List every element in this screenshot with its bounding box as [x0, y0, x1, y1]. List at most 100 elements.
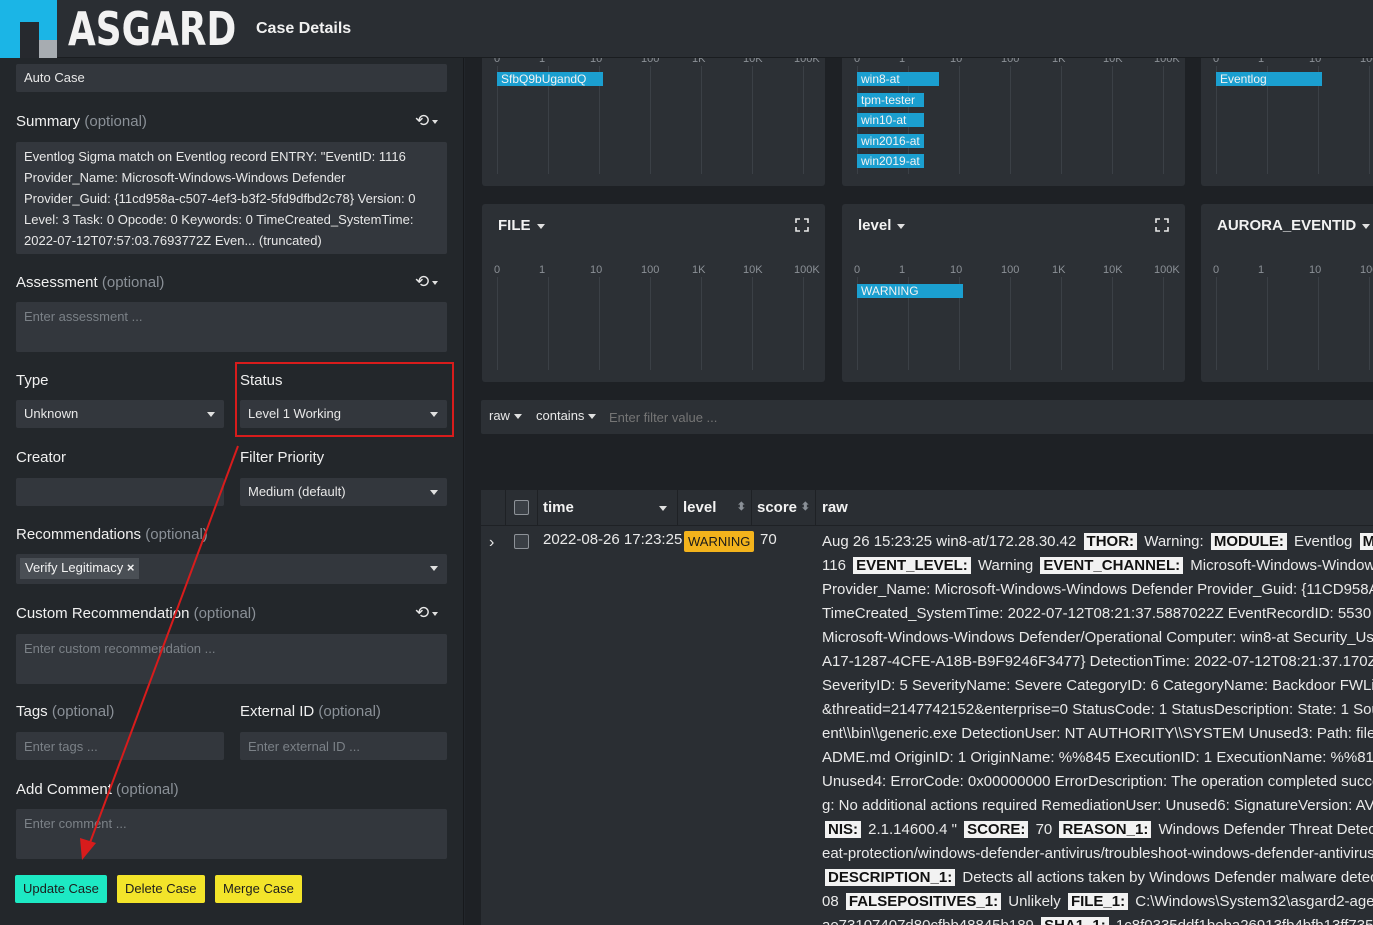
histogram-bar[interactable]: win10-at — [857, 113, 924, 127]
grid-line — [1267, 277, 1268, 370]
raw-field-key: FALSEPOSITIVES_1: — [845, 893, 1002, 910]
assessment-textarea[interactable]: Enter assessment ... — [16, 302, 447, 352]
level-column-header[interactable]: level ⬍ — [678, 490, 752, 525]
grid-line — [599, 277, 600, 370]
summary-textarea[interactable]: Eventlog Sigma match on Eventlog record … — [16, 142, 447, 254]
raw-log-line: ADME.md OriginID: 1 OriginName: %%845 Ex… — [822, 746, 1373, 770]
raw-text: 70 — [1031, 821, 1057, 838]
raw-log-line: A17-1287-4CFE-A18B-B9F9246F3477} Detecti… — [822, 650, 1373, 674]
raw-log-line: Aug 26 15:23:25 win8-at/172.28.30.42 THO… — [822, 530, 1373, 554]
axis-tick-label: 0 — [854, 264, 861, 276]
axis-tick-label: 1 — [899, 264, 906, 276]
panel-title-dropdown[interactable]: level — [858, 217, 906, 234]
raw-log-line: DESCRIPTION_1: Detects all actions taken… — [822, 866, 1373, 890]
creator-input[interactable] — [16, 478, 224, 506]
tags-input[interactable]: Enter tags ... — [16, 732, 224, 760]
panel-title-dropdown[interactable]: AURORA_EVENTID — [1217, 217, 1371, 234]
update-case-button[interactable]: Update Case — [15, 875, 107, 903]
merge-case-button[interactable]: Merge Case — [215, 875, 302, 903]
expand-icon[interactable] — [1155, 218, 1169, 232]
select-all-checkbox[interactable] — [514, 500, 529, 515]
raw-log-line: 116 EVENT_LEVEL: Warning EVENT_CHANNEL: … — [822, 554, 1373, 578]
histogram-bar[interactable]: win8-at — [857, 72, 939, 86]
raw-text: ADME.md OriginID: 1 OriginName: %%845 Ex… — [822, 749, 1373, 766]
histogram-bar[interactable]: SfbQ9bUgandQ — [497, 72, 603, 86]
grid-line — [803, 66, 804, 174]
axis-tick-label: 100K — [1154, 264, 1180, 276]
summary-history-icon[interactable]: ⟲ — [415, 111, 439, 131]
axis-tick-label: 1K — [1052, 58, 1066, 65]
raw-field-key: THOR: — [1083, 533, 1138, 550]
case-form: Auto Case Summary (optional) ⟲ Eventlog … — [0, 58, 464, 925]
raw-text: A17-1287-4CFE-A18B-B9F9246F3477} Detecti… — [822, 653, 1373, 670]
raw-text: 1c8f0335ddf1beba26913fb4bfb13ff7358 — [1112, 917, 1373, 925]
row-checkbox[interactable] — [514, 534, 529, 549]
axis-tick-label: 1 — [899, 58, 906, 65]
external-id-input[interactable]: Enter external ID ... — [240, 732, 447, 760]
grid-line — [1112, 277, 1113, 370]
axis-tick-label: 100K — [1154, 58, 1180, 65]
histogram-bar[interactable]: win2016-at — [857, 133, 924, 148]
axis-tick-label: 1 — [539, 264, 546, 276]
axis-tick-label: 0 — [854, 58, 861, 65]
grid-line — [752, 277, 753, 370]
creator-label: Creator — [16, 449, 67, 466]
raw-text: Provider_Name: Microsoft-Windows-Windows… — [822, 581, 1373, 598]
grid-line — [548, 277, 549, 370]
tag-remove-icon[interactable]: × — [127, 560, 135, 575]
grid-line — [497, 277, 498, 370]
histogram-bar[interactable]: Eventlog — [1216, 72, 1322, 86]
grid-line — [701, 66, 702, 174]
custom-recommendation-history-icon[interactable]: ⟲ — [415, 603, 439, 623]
tags-label: Tags (optional) — [16, 703, 115, 720]
histogram-bar[interactable]: WARNING — [857, 284, 963, 298]
expand-row-icon[interactable]: › — [489, 534, 494, 552]
axis-tick-label: 1K — [1052, 264, 1066, 276]
raw-field-key: FILE_1: — [1067, 893, 1129, 910]
custom-recommendation-textarea[interactable]: Enter custom recommendation ... — [16, 634, 447, 684]
raw-text: g: No additional actions required Remedi… — [822, 797, 1373, 814]
chevron-down-icon — [430, 566, 438, 571]
raw-text: 08 — [822, 893, 843, 910]
case-name-input[interactable]: Auto Case — [16, 64, 447, 92]
delete-case-button[interactable]: Delete Case — [117, 875, 205, 903]
filter-operator-select[interactable]: contains — [536, 408, 597, 423]
axis-tick-label: 10 — [590, 58, 603, 65]
raw-text: 116 — [822, 557, 851, 574]
type-select[interactable]: Unknown — [16, 400, 224, 428]
score-column-header[interactable]: score ⬍ — [752, 490, 816, 525]
expand-icon[interactable] — [795, 218, 809, 232]
raw-log-line: Provider_Name: Microsoft-Windows-Windows… — [822, 578, 1373, 602]
raw-text: Microsoft-Windows-Windows Defender/Opera… — [822, 629, 1373, 646]
axis-tick-label: 100K — [794, 264, 820, 276]
axis-tick-label: 1 — [1258, 58, 1265, 65]
filter-field-select[interactable]: raw — [489, 408, 522, 423]
asgard-logo[interactable] — [0, 0, 57, 58]
filter-priority-select[interactable]: Medium (default) — [240, 478, 447, 506]
comment-textarea[interactable]: Enter comment ... — [16, 809, 447, 859]
raw-field-key: REASON_1: — [1059, 821, 1152, 838]
axis-tick-label: 10 — [1309, 58, 1322, 65]
assessment-history-icon[interactable]: ⟲ — [415, 272, 439, 292]
filter-value-input[interactable] — [609, 404, 1009, 430]
events-table: time level ⬍ score ⬍ raw › 2022-08-26 17:2… — [481, 490, 1373, 925]
histogram-bar[interactable]: tpm-tester — [857, 92, 924, 107]
time-column-header[interactable]: time — [538, 490, 678, 525]
axis-tick-label: 100K — [794, 58, 820, 65]
raw-text: SeverityID: 5 SeverityName: Severe Categ… — [822, 677, 1373, 694]
chevron-down-icon — [430, 490, 438, 495]
axis-tick-label: 100 — [1360, 264, 1373, 276]
grid-line — [650, 66, 651, 174]
grid-line — [650, 277, 651, 370]
panel-title-dropdown[interactable]: FILE — [498, 217, 545, 234]
raw-log-line: Unused4: ErrorCode: 0x00000000 ErrorDesc… — [822, 770, 1373, 794]
histogram-panel: 0 1 10 100 1K 10K 100K SfbQ9bUgandQ — [482, 58, 825, 186]
raw-log-line: ent\\bin\\generic.exe DetectionUser: NT … — [822, 722, 1373, 746]
axis-tick-label: 10K — [743, 58, 763, 65]
recommendations-select[interactable]: Verify Legitimacy × — [16, 554, 447, 584]
grid-line — [1010, 277, 1011, 370]
annotation-highlight-box — [235, 362, 454, 437]
event-explorer: 0 1 10 100 1K 10K 100K SfbQ9bUgandQ 0 1 10 100 1K 10K… — [465, 58, 1373, 925]
histogram-bar[interactable]: win2019-at — [857, 154, 924, 168]
raw-field-key: SHA1_1: — [1041, 917, 1109, 925]
